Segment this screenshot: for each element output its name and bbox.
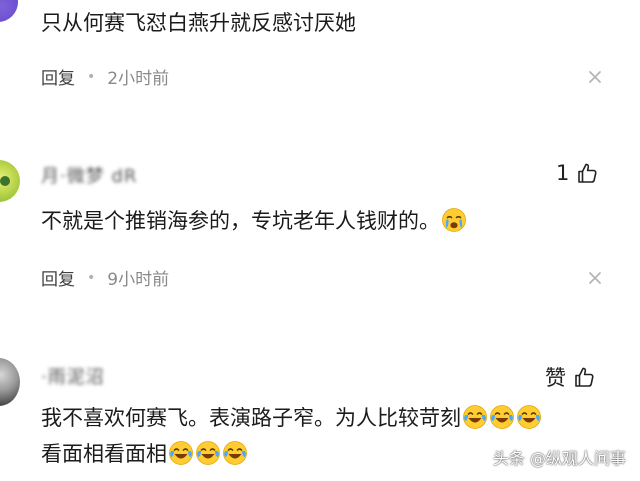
timestamp: 9小时前 — [107, 270, 170, 290]
timestamp: 2小时前 — [107, 69, 170, 89]
laughing-crying-face-icon — [169, 441, 193, 465]
comment-text-line-1: 我不喜欢何赛飞。表演路子窄。为人比较苛刻 — [41, 403, 542, 433]
comment-meta: 回复 • 2小时前 — [41, 64, 170, 90]
crying-face-icon — [442, 208, 466, 232]
username[interactable]: ·雨泥沼 — [41, 363, 105, 389]
like-button[interactable]: 1 — [556, 161, 599, 185]
avatar[interactable] — [0, 160, 20, 202]
username[interactable]: 月·微梦 dR — [41, 162, 137, 188]
thumbs-up-icon — [575, 367, 594, 387]
comment-text: 不就是个推销海参的，专坑老年人钱财的。 — [41, 206, 467, 236]
like-button[interactable]: 赞 — [545, 362, 596, 392]
like-count: 1 — [556, 161, 570, 185]
close-icon[interactable] — [588, 70, 602, 84]
laughing-crying-face-icon — [223, 441, 247, 465]
watermark: 头条 @纵观人间事 — [492, 449, 626, 468]
reply-button[interactable]: 回复 — [41, 64, 75, 89]
thumbs-up-icon — [578, 163, 597, 183]
separator-dot: • — [87, 269, 96, 286]
laughing-crying-face-icon — [196, 441, 220, 465]
laughing-crying-face-icon — [490, 405, 514, 429]
like-label: 赞 — [545, 366, 566, 390]
comment-meta: 回复 • 9小时前 — [41, 265, 170, 291]
avatar[interactable] — [0, 358, 20, 406]
reply-button[interactable]: 回复 — [41, 265, 75, 290]
separator-dot: • — [87, 68, 96, 85]
comment-text-line-2: 看面相看面相 — [41, 439, 248, 469]
avatar[interactable] — [0, 0, 18, 22]
laughing-crying-face-icon — [463, 405, 487, 429]
close-icon[interactable] — [588, 271, 602, 285]
comment-text: 只从何赛飞怼白燕升就反感讨厌她 — [41, 11, 356, 35]
laughing-crying-face-icon — [517, 405, 541, 429]
